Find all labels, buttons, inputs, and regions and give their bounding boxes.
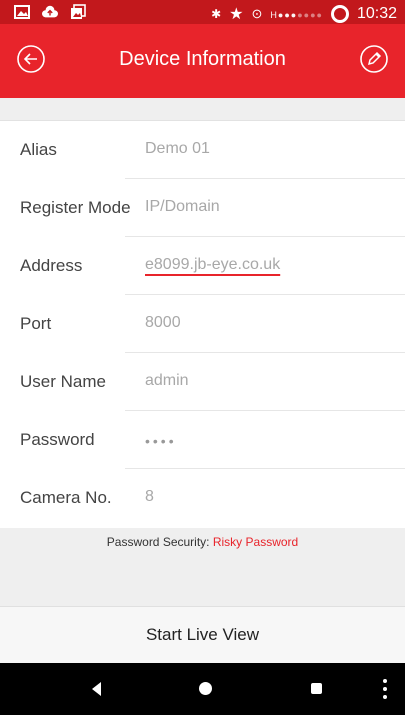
port-field[interactable]: 8000	[145, 314, 181, 332]
start-live-view-button[interactable]: Start Live View	[0, 606, 405, 664]
cloud-upload-icon	[42, 5, 58, 18]
address-field[interactable]: e8099.jb-eye.co.uk	[145, 256, 280, 274]
field-label: Alias	[20, 140, 57, 159]
address-row[interactable]: Address e8099.jb-eye.co.uk	[0, 237, 405, 295]
sync-ring-icon	[330, 5, 349, 23]
notification-icons	[14, 4, 86, 20]
section-divider	[0, 98, 405, 121]
bluetooth-icon: ✱	[211, 7, 222, 21]
user-name-row[interactable]: User Name admin	[0, 353, 405, 411]
nav-recents-icon[interactable]	[311, 683, 322, 694]
clock-time: 10:32	[356, 5, 397, 22]
gallery-icon	[71, 4, 86, 19]
navigation-bar	[0, 663, 405, 715]
more-vert-icon[interactable]	[383, 679, 387, 699]
password-field[interactable]: ••••	[145, 433, 177, 449]
status-bar: ✱ ★ ⊙ H●●●●●●● 10:32	[0, 0, 405, 24]
alarm-icon: ⊙	[251, 6, 263, 21]
password-security-status: Risky Password	[212, 535, 299, 549]
register-mode-row[interactable]: Register Mode IP/Domain	[0, 179, 405, 237]
password-security: Password Security: Risky Password	[0, 535, 405, 549]
camera-no-field[interactable]: 8	[145, 488, 154, 506]
camera-no-row[interactable]: Camera No. 8	[0, 469, 405, 527]
field-label: User Name	[20, 372, 106, 391]
device-info-form: Alias Demo 01 Register Mode IP/Domain Ad…	[0, 121, 405, 528]
password-row[interactable]: Password ••••	[0, 411, 405, 469]
user-name-field[interactable]: admin	[145, 372, 189, 390]
alias-row[interactable]: Alias Demo 01	[0, 121, 405, 179]
field-label: Camera No.	[20, 488, 112, 507]
alias-field[interactable]: Demo 01	[145, 140, 210, 158]
register-mode-field[interactable]: IP/Domain	[145, 198, 220, 216]
password-security-area: Password Security: Risky Password	[0, 528, 405, 606]
port-row[interactable]: Port 8000	[0, 295, 405, 353]
star-icon: ★	[229, 6, 244, 23]
field-label: Address	[20, 256, 83, 275]
nav-back-icon[interactable]	[92, 682, 101, 696]
pencil-icon[interactable]	[359, 44, 389, 74]
system-icons: ✱ ★ ⊙ H●●●●●●● 10:32	[211, 4, 397, 24]
image-icon	[14, 5, 30, 19]
app-header: Device Information	[0, 24, 405, 98]
nav-home-icon[interactable]	[199, 682, 212, 695]
signal-icon: H●●●●●●●	[270, 10, 323, 20]
field-label: Port	[20, 314, 52, 333]
page-title: Device Information	[119, 48, 286, 70]
field-label: Register Mode	[20, 198, 131, 217]
field-label: Password	[20, 430, 95, 449]
password-security-label: Password Security:	[106, 535, 210, 549]
